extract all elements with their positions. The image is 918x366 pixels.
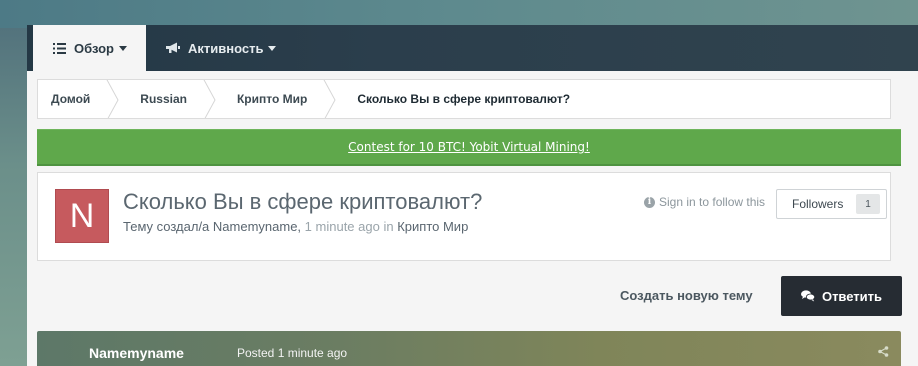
avatar[interactable]: N [55,189,109,243]
tab-overview[interactable]: Обзор [33,25,146,71]
chevron-down-icon [119,45,127,51]
topic-header: N Сколько Вы в сфере криптовалют? Тему с… [37,172,891,261]
comments-icon [800,290,815,302]
post-header: Namemyname Posted 1 minute ago [37,331,901,366]
breadcrumb: Домой Russian Крипто Мир Сколько Вы в сф… [37,79,891,119]
breadcrumb-home[interactable]: Домой [38,80,112,118]
reply-label: Ответить [821,288,883,304]
topic-in: in [383,219,394,234]
post-timestamp: Posted 1 minute ago [237,346,348,360]
tab-activity-label: Активность [188,40,264,56]
promo-banner: Contest for 10 BTC! Yobit Virtual Mining… [37,129,901,166]
follow-hint: i Sign in to follow this [644,195,765,209]
tab-overview-label: Обзор [74,40,114,56]
share-icon[interactable] [878,346,889,357]
topic-meta: Тему создал/а Namemyname, 1 minute ago i… [123,219,468,234]
breadcrumb-separator [323,80,343,118]
promo-link[interactable]: Contest for 10 BTC! Yobit Virtual Mining… [348,140,590,154]
breadcrumb-current: Сколько Вы в сфере криптовалют? [357,92,571,106]
page-background-band [0,0,918,28]
post-author[interactable]: Namemyname [89,345,184,361]
breadcrumb-separator [106,80,126,118]
megaphone-icon [165,42,180,54]
main-navbar: Обзор Активность [27,25,918,71]
followers-label: Followers [792,197,844,211]
main-content: Домой Russian Крипто Мир Сколько Вы в сф… [27,71,918,366]
info-icon: i [644,196,655,208]
list-icon [53,42,66,54]
topic-forum-link[interactable]: Крипто Мир [397,219,468,234]
chevron-down-icon [268,45,277,51]
page-title: Сколько Вы в сфере криптовалют? [123,189,483,214]
create-topic-button[interactable]: Создать новую тему [620,288,753,303]
tab-activity[interactable]: Активность [165,25,277,71]
followers-button[interactable]: Followers 1 [776,189,887,219]
breadcrumb-crypto-world[interactable]: Крипто Мир [223,80,329,118]
breadcrumb-separator [203,80,223,118]
topic-author-text: Тему создал/а Namemyname, [123,219,302,234]
breadcrumb-russian[interactable]: Russian [126,80,209,118]
topic-time: 1 minute ago [304,219,380,234]
reply-button[interactable]: Ответить [781,276,902,316]
followers-count: 1 [856,194,880,214]
